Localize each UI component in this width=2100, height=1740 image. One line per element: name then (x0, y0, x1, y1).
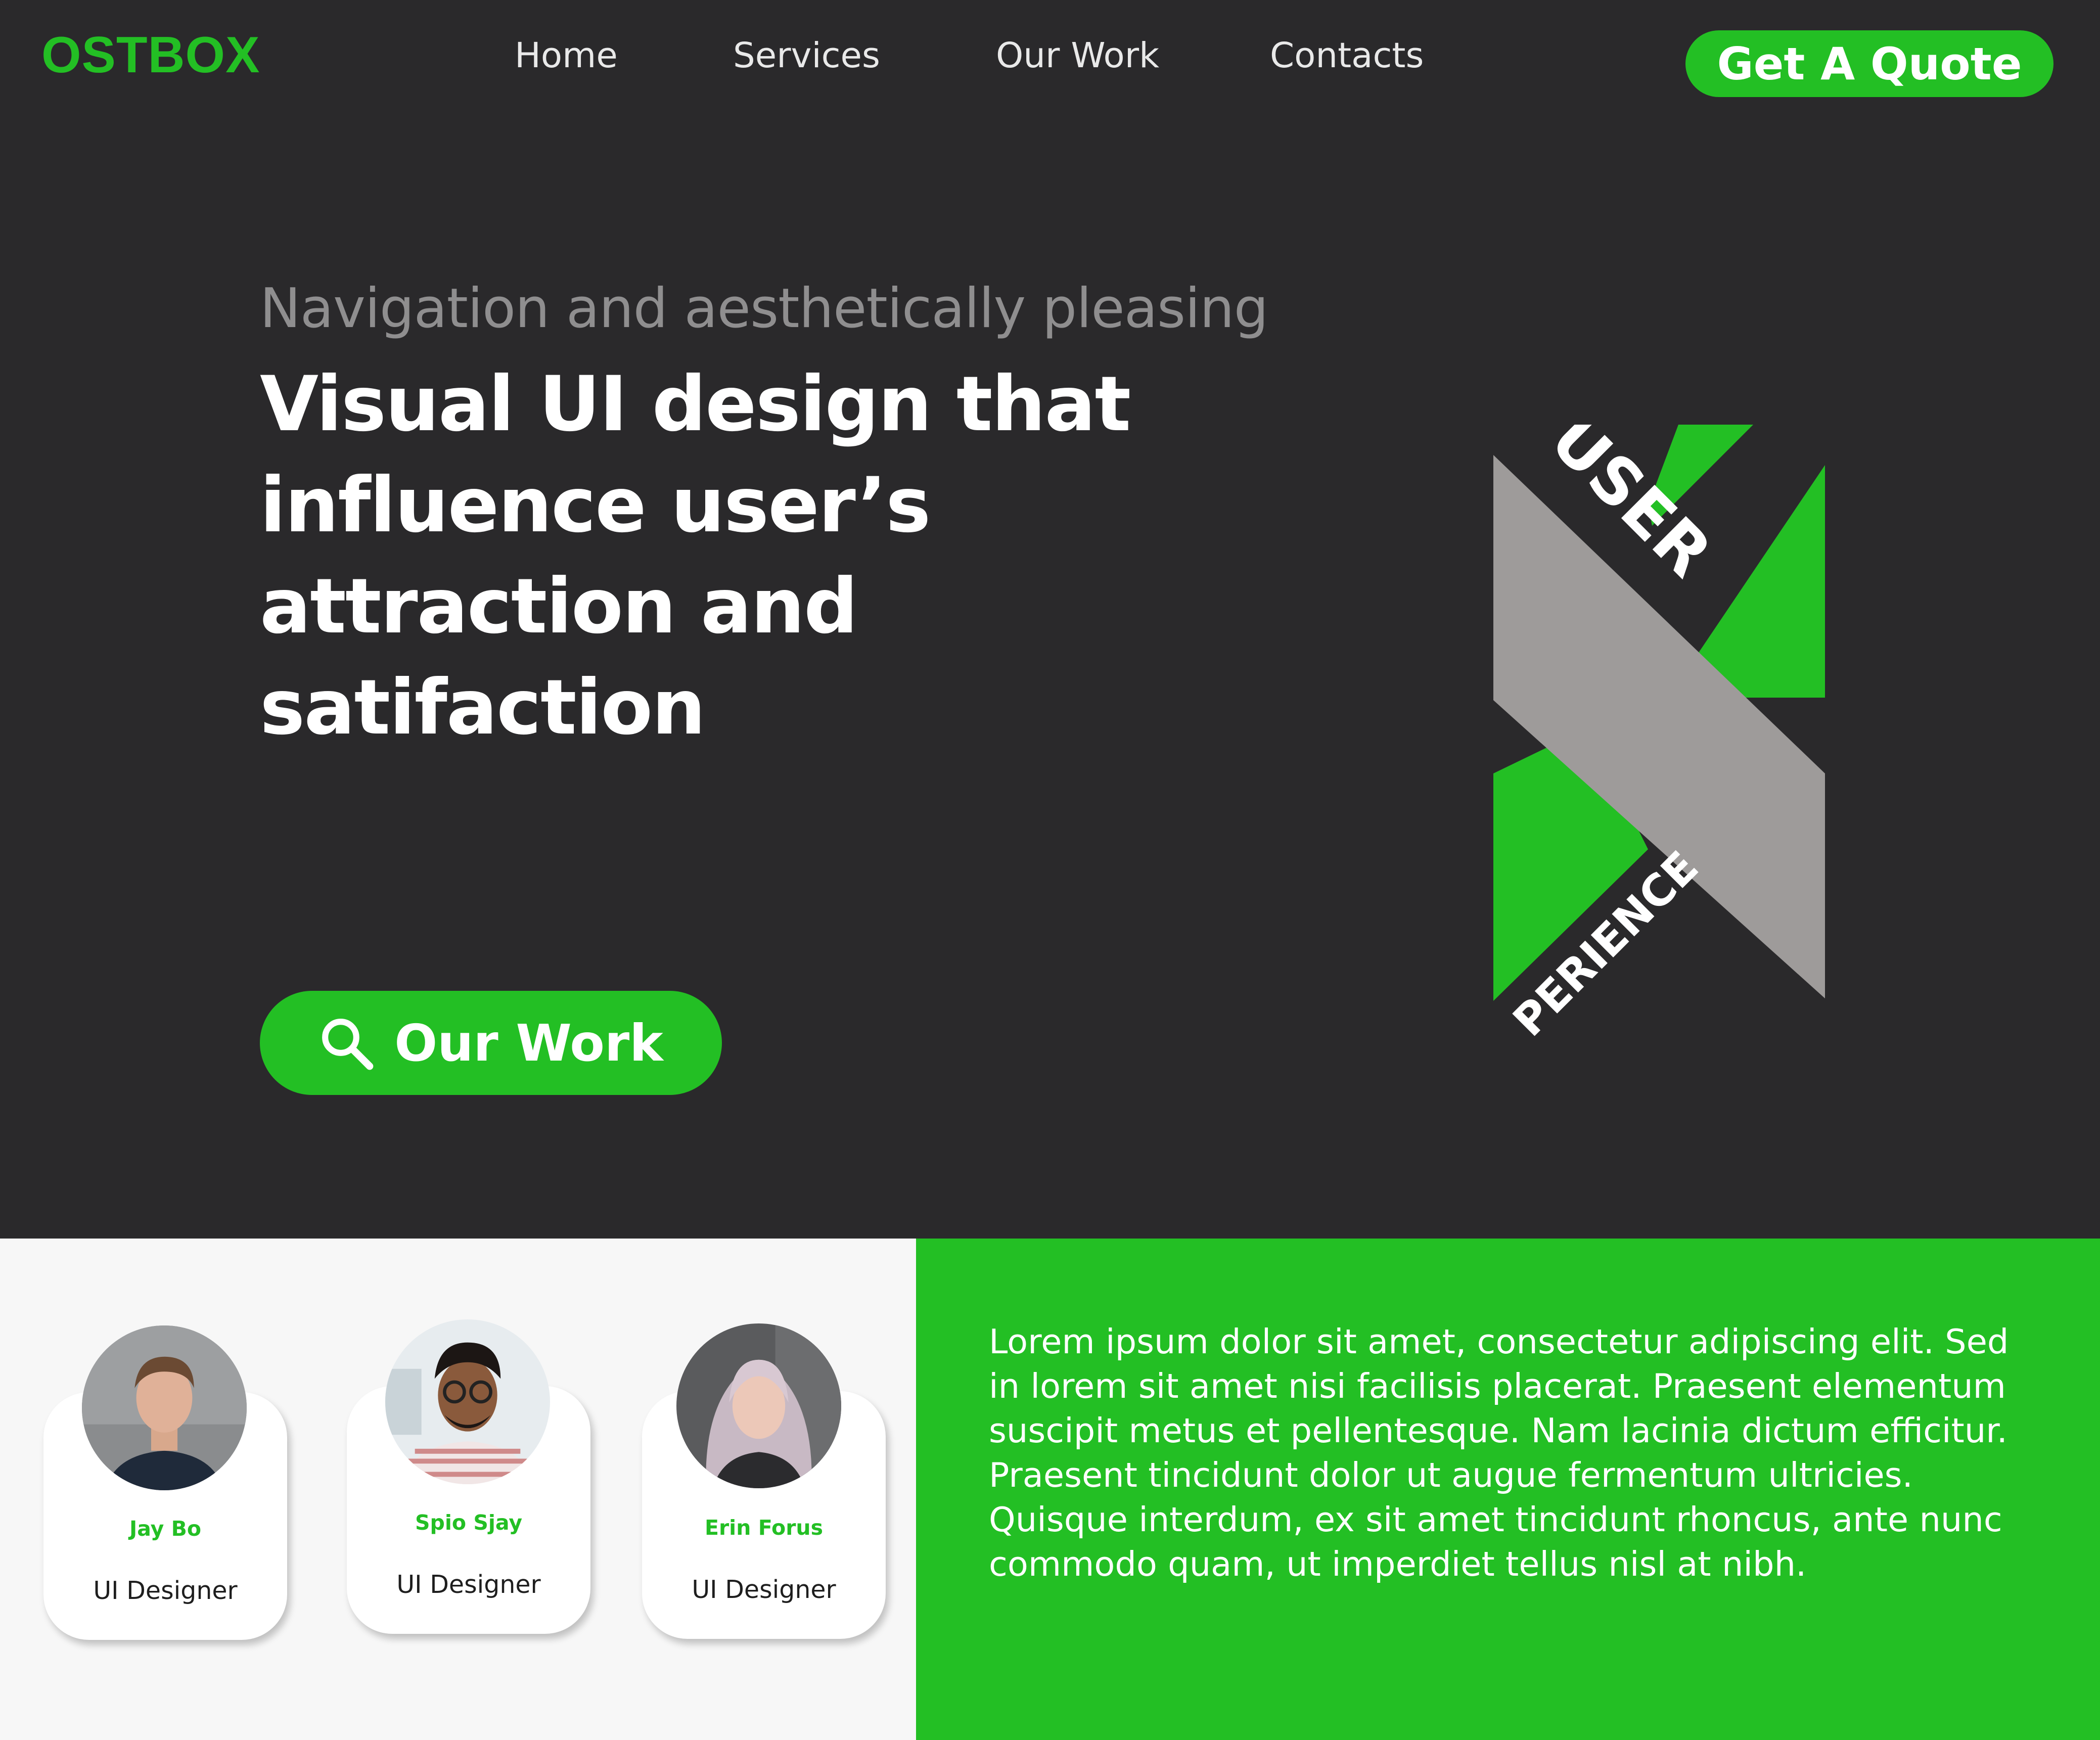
hero-section: OSTBOX Home Services Our Work Contacts G… (0, 0, 2100, 1239)
our-work-button[interactable]: Our Work (260, 991, 722, 1095)
hero-headline: Visual UI design that influence user’s a… (260, 360, 1131, 752)
nav-item-home[interactable]: Home (515, 35, 618, 76)
ux-graphic: USER PERIENCE (1486, 402, 1840, 1046)
hero-subtitle: Navigation and aesthetically pleasing (260, 277, 1268, 340)
avatar (385, 1319, 550, 1484)
avatar (82, 1325, 247, 1490)
team-member-role: UI Designer (93, 1576, 238, 1605)
team-member-name: Spio Sjay (415, 1510, 523, 1535)
team-member-role: UI Designer (396, 1570, 541, 1599)
info-panel: Lorem ipsum dolor sit amet, consectetur … (916, 1239, 2100, 1740)
get-a-quote-button[interactable]: Get A Quote (1685, 30, 2053, 97)
search-icon (318, 1015, 374, 1071)
info-paragraph: Lorem ipsum dolor sit amet, consectetur … (989, 1322, 2009, 1584)
team-member-role: UI Designer (692, 1575, 836, 1604)
brand-logo[interactable]: OSTBOX (41, 26, 260, 84)
our-work-button-label: Our Work (394, 1013, 663, 1073)
team-member-name: Jay Bo (129, 1517, 202, 1541)
avatar (676, 1323, 841, 1488)
nav-item-contacts[interactable]: Contacts (1270, 35, 1424, 76)
nav-item-services[interactable]: Services (733, 35, 880, 76)
nav-item-our-work[interactable]: Our Work (996, 35, 1159, 76)
team-member-name: Erin Forus (704, 1516, 824, 1540)
